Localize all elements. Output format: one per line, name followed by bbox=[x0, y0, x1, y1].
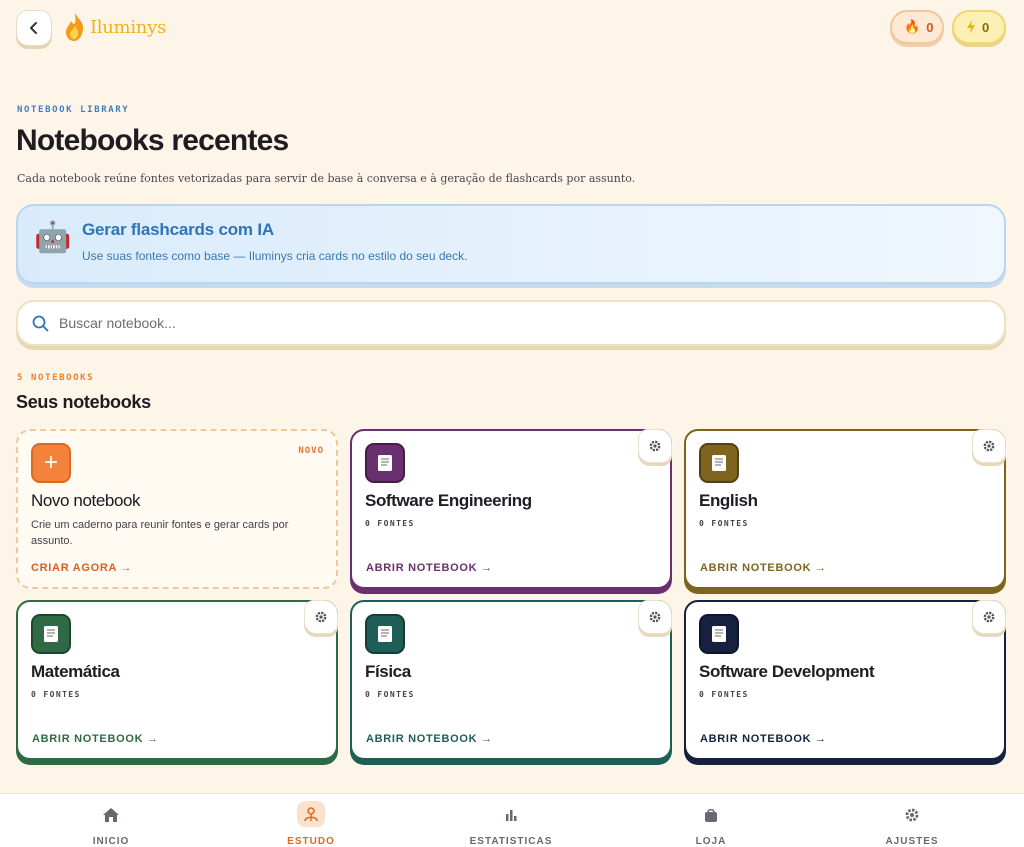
search-icon bbox=[32, 315, 49, 331]
gear-icon[interactable] bbox=[638, 600, 672, 634]
notebook-card[interactable]: Software Development 0 FONTES ABRIR NOTE… bbox=[684, 600, 1006, 760]
fire-icon: 🔥 bbox=[904, 19, 921, 34]
page-description: Cada notebook reúne fontes vetorizadas p… bbox=[17, 172, 636, 185]
new-notebook-card[interactable]: + NOVO Novo notebook Crie um caderno par… bbox=[16, 429, 338, 589]
notebook-title: Software Engineering bbox=[365, 491, 532, 510]
app-logo: Iluminys bbox=[64, 10, 166, 44]
section-title: Seus notebooks bbox=[16, 392, 151, 412]
new-badge: NOVO bbox=[298, 446, 324, 456]
notebooks-count: 5 NOTEBOOKS bbox=[17, 373, 95, 383]
open-notebook-link[interactable]: ABRIR NOTEBOOK → bbox=[32, 733, 159, 745]
notebook-card[interactable]: English 0 FONTES ABRIR NOTEBOOK → bbox=[684, 429, 1006, 589]
notebook-sources-count: 0 FONTES bbox=[365, 519, 415, 528]
notebook-card[interactable]: Física 0 FONTES ABRIR NOTEBOOK → bbox=[350, 600, 672, 760]
search-input[interactable] bbox=[59, 315, 959, 331]
bottom-nav: INICIO ESTUDO ESTATISTICAS LOJA AJUSTES bbox=[0, 793, 1024, 847]
notebook-sources-count: 0 FONTES bbox=[31, 690, 81, 699]
streak-counter[interactable]: 🔥 0 bbox=[890, 10, 944, 44]
nav-item-estatisticas[interactable]: ESTATISTICAS bbox=[451, 794, 571, 847]
page-title: Notebooks recentes bbox=[16, 124, 289, 157]
create-now-link[interactable]: CRIAR AGORA → bbox=[31, 562, 132, 574]
ai-banner-title: Gerar flashcards com IA bbox=[82, 220, 274, 239]
notebook-card[interactable]: Matemática 0 FONTES ABRIR NOTEBOOK → bbox=[16, 600, 338, 760]
gear-icon[interactable] bbox=[972, 429, 1006, 463]
new-notebook-description: Crie um caderno para reunir fontes e ger… bbox=[31, 519, 289, 547]
notebook-icon bbox=[365, 614, 405, 654]
nav-label: LOJA bbox=[695, 836, 727, 847]
open-notebook-link[interactable]: ABRIR NOTEBOOK → bbox=[700, 562, 827, 574]
energy-count: 0 bbox=[982, 19, 990, 35]
notebook-icon bbox=[365, 443, 405, 483]
nav-label: ESTUDO bbox=[287, 836, 335, 847]
notebook-sources-count: 0 FONTES bbox=[365, 690, 415, 699]
notebook-title: Matemática bbox=[31, 662, 120, 681]
nav-item-ajustes[interactable]: AJUSTES bbox=[852, 794, 972, 847]
notebook-sources-count: 0 FONTES bbox=[699, 519, 749, 528]
gear-icon[interactable] bbox=[638, 429, 672, 463]
search-bar bbox=[16, 300, 1006, 346]
plus-icon: + bbox=[31, 443, 71, 483]
gear-icon[interactable] bbox=[304, 600, 338, 634]
nav-item-inicio[interactable]: INICIO bbox=[51, 794, 171, 847]
notebook-card[interactable]: Software Engineering 0 FONTES ABRIR NOTE… bbox=[350, 429, 672, 589]
notebook-sources-count: 0 FONTES bbox=[699, 690, 749, 699]
back-button[interactable] bbox=[16, 10, 52, 46]
streak-count: 0 bbox=[926, 19, 934, 35]
shop-icon bbox=[704, 804, 718, 826]
nav-item-loja[interactable]: LOJA bbox=[651, 794, 771, 847]
library-eyebrow: NOTEBOOK LIBRARY bbox=[17, 105, 130, 115]
notebook-title: Software Development bbox=[699, 662, 875, 681]
logo-text: Iluminys bbox=[90, 16, 166, 38]
study-icon bbox=[297, 801, 325, 827]
nav-label: ESTATISTICAS bbox=[469, 836, 553, 847]
gear-icon[interactable] bbox=[972, 600, 1006, 634]
chevron-left-icon bbox=[30, 22, 37, 34]
settings-icon bbox=[904, 804, 920, 826]
open-notebook-link[interactable]: ABRIR NOTEBOOK → bbox=[366, 733, 493, 745]
home-icon bbox=[102, 804, 120, 826]
open-notebook-link[interactable]: ABRIR NOTEBOOK → bbox=[366, 562, 493, 574]
nav-label: INICIO bbox=[92, 836, 130, 847]
ai-flashcards-banner[interactable]: 🤖 Gerar flashcards com IA Use suas fonte… bbox=[16, 204, 1006, 284]
top-bar: Iluminys 🔥 0 0 bbox=[0, 0, 1024, 60]
ai-banner-subtitle: Use suas fontes como base — Iluminys cri… bbox=[82, 249, 468, 263]
open-notebook-link[interactable]: ABRIR NOTEBOOK → bbox=[700, 733, 827, 745]
notebook-title: Física bbox=[365, 662, 411, 681]
nav-label: AJUSTES bbox=[885, 836, 939, 847]
robot-icon: 🤖 bbox=[34, 221, 72, 254]
lightning-icon bbox=[967, 20, 975, 34]
flame-logo-icon bbox=[66, 13, 84, 41]
notebook-icon bbox=[31, 614, 71, 654]
notebook-icon bbox=[699, 614, 739, 654]
notebook-title: English bbox=[699, 491, 758, 510]
new-notebook-title: Novo notebook bbox=[31, 491, 141, 510]
notebook-icon bbox=[699, 443, 739, 483]
nav-item-estudo[interactable]: ESTUDO bbox=[251, 794, 371, 847]
energy-counter[interactable]: 0 bbox=[952, 10, 1006, 44]
stats-icon bbox=[504, 804, 518, 826]
